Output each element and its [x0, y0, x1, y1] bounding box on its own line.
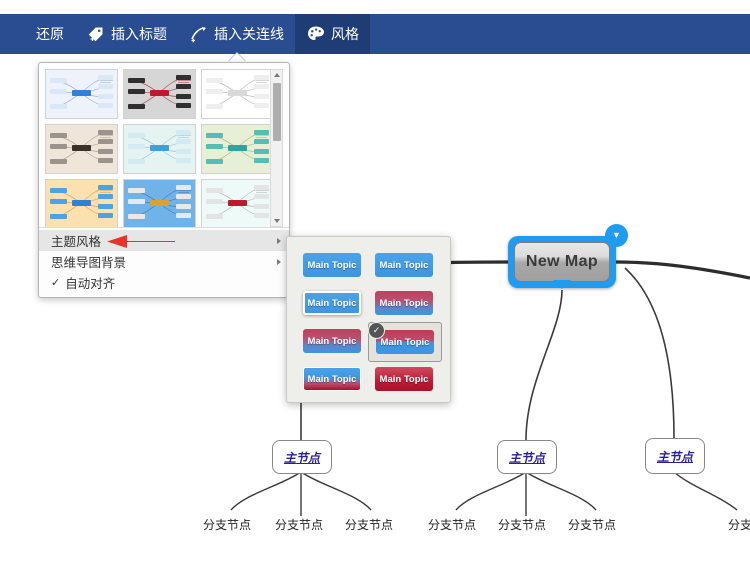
scroll-up-arrow-icon[interactable]: [274, 73, 280, 77]
central-node[interactable]: New Map ▼: [508, 224, 628, 289]
theme-thumbnail[interactable]: [201, 69, 274, 119]
theme-style-option[interactable]: Main Topic: [296, 246, 368, 284]
theme-style-option-button[interactable]: Main Topic: [303, 329, 361, 353]
theme-thumbnail[interactable]: [45, 124, 118, 174]
menu-item-theme-style-label: 主题风格: [51, 234, 102, 249]
theme-style-option-button[interactable]: Main Topic: [375, 253, 433, 277]
theme-style-option-button[interactable]: Main Topic: [375, 367, 433, 391]
theme-thumbnail[interactable]: [123, 179, 196, 227]
scrollbar-thumb[interactable]: [273, 83, 281, 141]
theme-style-grid: Main Topic Main Topic Main Topic Main Topic…: [296, 246, 442, 398]
theme-thumbnail[interactable]: [201, 124, 274, 174]
branch-node[interactable]: 分支节点: [568, 516, 616, 533]
theme-style-option[interactable]: Main Topic ✓: [368, 322, 442, 362]
central-node-nub: [553, 280, 571, 289]
toolbar-item-insert-relation-line-label: 插入关连线: [214, 26, 284, 42]
theme-thumbnail[interactable]: [45, 179, 118, 227]
theme-thumbnail-grid: [45, 69, 274, 227]
menu-item-mindmap-background-label: 思维导图背景: [51, 255, 127, 270]
branch-node[interactable]: 分支节点: [428, 516, 476, 533]
theme-style-option[interactable]: Main Topic: [296, 322, 368, 360]
scroll-down-arrow-icon[interactable]: [274, 219, 280, 223]
theme-style-option-button[interactable]: Main Topic: [303, 367, 361, 391]
theme-style-option-button[interactable]: Main Topic: [303, 253, 361, 277]
relation-line-icon: [189, 24, 209, 44]
theme-style-option-button[interactable]: Main Topic: [376, 330, 434, 354]
branch-node[interactable]: 分支节点: [345, 516, 393, 533]
central-node-collapse-toggle[interactable]: ▼: [605, 224, 628, 247]
theme-thumbnail[interactable]: [45, 69, 118, 119]
theme-style-option[interactable]: Main Topic: [368, 360, 440, 398]
style-dropdown-panel: 主题风格 思维导图背景 ✓ 自动对齐: [38, 62, 290, 298]
toolbar-item-insert-relation-line[interactable]: 插入关连线: [178, 14, 295, 54]
theme-thumbnail[interactable]: [123, 69, 196, 119]
theme-style-option-button[interactable]: Main Topic: [303, 291, 361, 315]
theme-style-option-button[interactable]: Main Topic: [375, 291, 433, 315]
menu-item-mindmap-background[interactable]: 思维导图背景: [39, 251, 289, 272]
selected-check-icon: ✓: [368, 322, 385, 339]
toolbar-item-style-label: 风格: [331, 26, 359, 42]
thumbnail-scrollbar[interactable]: [270, 69, 283, 227]
undo-icon: [11, 24, 31, 44]
menu-item-auto-align[interactable]: ✓ 自动对齐: [39, 272, 289, 293]
main-node-label: 主节点: [508, 450, 545, 465]
chevron-right-icon: [277, 258, 281, 265]
branch-node[interactable]: 分支节点: [498, 516, 546, 533]
theme-thumbnail[interactable]: [201, 179, 274, 227]
toolbar-item-insert-title-label: 插入标题: [111, 26, 167, 42]
toolbar-item-undo[interactable]: 还原: [0, 14, 75, 54]
branch-node[interactable]: 分支: [728, 516, 750, 533]
branch-node[interactable]: 分支节点: [203, 516, 251, 533]
main-toolbar: 还原 插入标题 插入关连线 风格: [0, 14, 750, 54]
dropdown-pointer: [228, 53, 246, 62]
annotation-arrow-icon: [107, 235, 175, 248]
theme-thumbnail-scroll-area[interactable]: [45, 69, 283, 227]
branch-node[interactable]: 分支节点: [275, 516, 323, 533]
tag-plus-icon: [86, 24, 106, 44]
main-node[interactable]: 主节点: [497, 440, 557, 474]
check-icon: ✓: [51, 276, 61, 289]
menu-item-auto-align-label: 自动对齐: [65, 276, 116, 291]
toolbar-item-style[interactable]: 风格: [295, 14, 370, 54]
toolbar-item-undo-label: 还原: [36, 26, 64, 42]
palette-icon: [306, 24, 326, 44]
main-node-label: 主节点: [656, 449, 693, 464]
theme-thumbnail[interactable]: [123, 124, 196, 174]
main-node-label: 主节点: [283, 450, 320, 465]
toolbar-item-insert-title[interactable]: 插入标题: [75, 14, 178, 54]
chevron-right-icon: [277, 237, 281, 244]
main-node[interactable]: 主节点: [645, 438, 705, 474]
main-node[interactable]: 主节点: [272, 440, 332, 474]
theme-style-option[interactable]: Main Topic: [368, 284, 440, 322]
central-node-label: New Map: [514, 242, 610, 282]
theme-style-submenu: Main Topic Main Topic Main Topic Main Topic…: [286, 236, 451, 403]
theme-style-option[interactable]: Main Topic: [296, 360, 368, 398]
theme-style-option[interactable]: Main Topic: [368, 246, 440, 284]
theme-style-option[interactable]: Main Topic: [296, 284, 368, 322]
